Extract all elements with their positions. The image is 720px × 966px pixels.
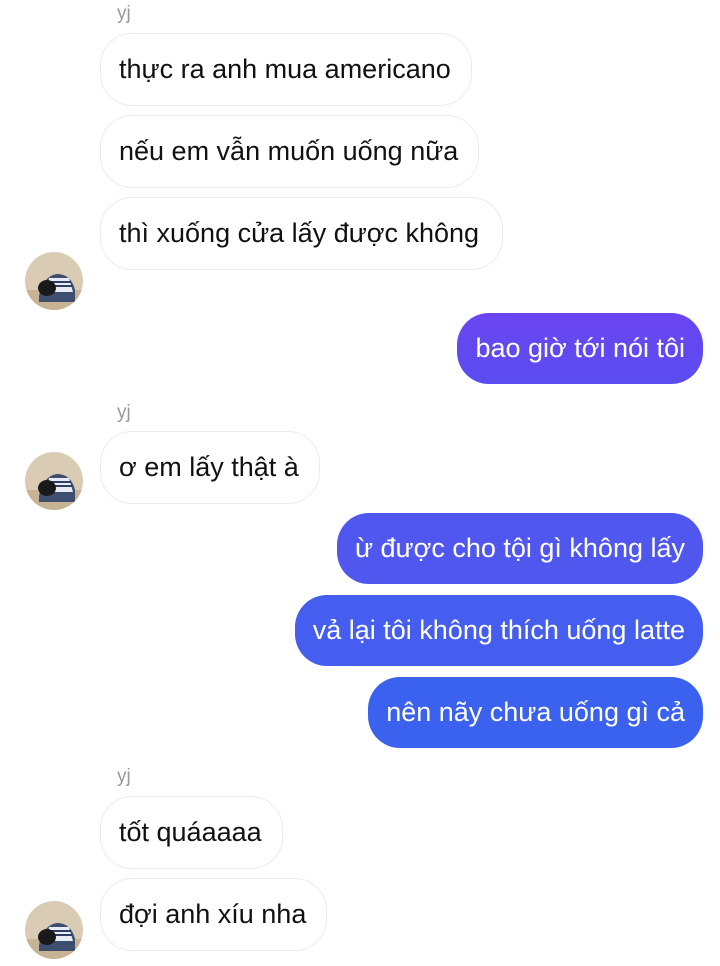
contact-avatar[interactable] — [25, 901, 83, 959]
avatar-photo-icon — [25, 901, 83, 959]
avatar-photo-icon — [25, 452, 83, 510]
outgoing-message-bubble[interactable]: vả lại tôi không thích uống latte — [294, 595, 703, 666]
incoming-message-bubble[interactable]: thực ra anh mua americano — [100, 33, 472, 106]
incoming-message-bubble[interactable]: tốt quáaaaa — [100, 796, 283, 869]
incoming-message-bubble[interactable]: đợi anh xíu nha — [100, 878, 328, 951]
incoming-message-bubble[interactable]: ơ em lấy thật à — [100, 431, 320, 504]
sender-name-label: yj — [117, 3, 131, 24]
sender-name-label: yj — [117, 402, 131, 423]
contact-avatar[interactable] — [25, 452, 83, 510]
contact-avatar[interactable] — [25, 252, 83, 310]
chat-thread: yj thực ra anh mua americano nếu em vẫn … — [0, 0, 720, 966]
incoming-message-bubble[interactable]: nếu em vẫn muốn uống nữa — [100, 115, 480, 188]
sender-name-label: yj — [117, 766, 131, 787]
avatar-photo-icon — [25, 252, 83, 310]
incoming-message-bubble[interactable]: thì xuống cửa lấy được không — [100, 197, 503, 270]
outgoing-message-bubble[interactable]: ừ được cho tội gì không lấy — [336, 513, 703, 584]
outgoing-message-bubble[interactable]: bao giờ tới nói tôi — [457, 313, 703, 384]
outgoing-message-bubble[interactable]: nên nãy chưa uống gì cả — [368, 677, 703, 748]
